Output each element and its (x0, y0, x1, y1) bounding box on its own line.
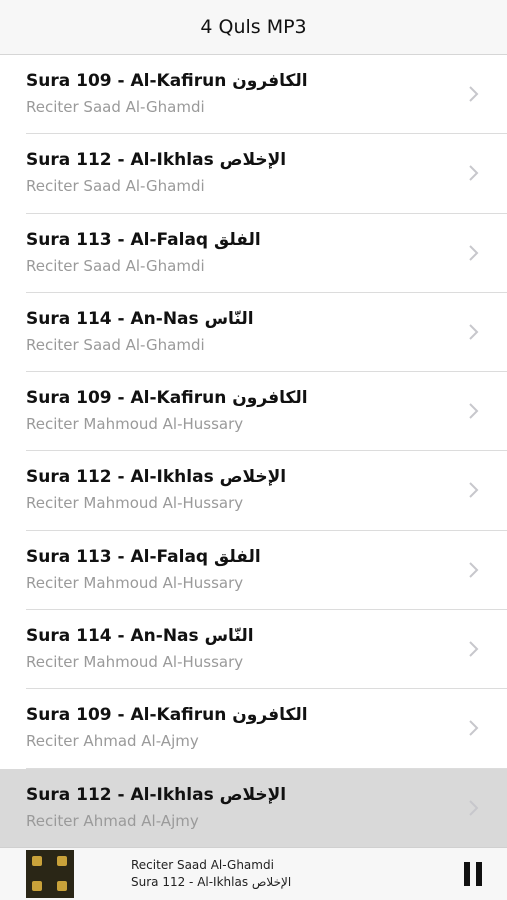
navigation-bar: 4 Quls MP3 (0, 0, 507, 55)
page-title: 4 Quls MP3 (200, 16, 307, 38)
chevron-right-icon (469, 244, 479, 261)
artwork-tile (57, 856, 67, 866)
sura-title: Sura 112 - Al-Ikhlas الإخلاص (26, 150, 287, 171)
list-item[interactable]: Sura 114 - An-Nas النّاس Reciter Saad Al… (0, 292, 507, 373)
sura-title: Sura 113 - Al-Falaq الفلق (26, 546, 261, 567)
pause-icon[interactable] (463, 862, 483, 886)
chevron-right-icon (469, 562, 479, 578)
chevron-right-icon (469, 86, 479, 102)
sura-list[interactable]: Sura 109 - Al-Kafirun الكافرون Reciter S… (0, 55, 507, 847)
now-playing-bar[interactable]: Reciter Saad Al-Ghamdi Sura 112 - Al-Ikh… (0, 847, 507, 900)
list-item[interactable]: Sura 109 - Al-Kafirun الكافرون Reciter M… (0, 372, 507, 452)
chevron-right-icon (469, 799, 479, 816)
list-item-selected[interactable]: Sura 112 - Al-Ikhlas الإخلاص Reciter Ahm… (0, 768, 507, 847)
list-item[interactable]: Sura 114 - An-Nas النّاس Reciter Mahmoud… (0, 610, 507, 690)
reciter-label: Reciter Ahmad Al-Ajmy (26, 811, 199, 830)
chevron-right-icon (469, 324, 479, 340)
artwork-tile (32, 881, 42, 891)
album-artwork[interactable] (26, 850, 74, 898)
sura-title: Sura 114 - An-Nas النّاس (26, 626, 254, 647)
chevron-right-icon (469, 403, 479, 419)
now-playing-track: Sura 112 - Al-Ikhlas الإخلاص (131, 875, 292, 889)
sura-title: Sura 113 - Al-Falaq الفلق (26, 229, 261, 250)
reciter-label: Reciter Mahmoud Al-Hussary (26, 573, 244, 592)
sura-title: Sura 109 - Al-Kafirun الكافرون (26, 71, 308, 91)
chevron-right-icon (469, 165, 479, 182)
list-item[interactable]: Sura 112 - Al-Ikhlas الإخلاص Reciter Saa… (0, 134, 507, 214)
reciter-label: Reciter Mahmoud Al-Hussary (26, 415, 244, 434)
artwork-tile (57, 881, 67, 891)
list-item[interactable]: Sura 109 - Al-Kafirun الكافرون Reciter A… (0, 689, 507, 769)
reciter-label: Reciter Saad Al-Ghamdi (26, 98, 205, 116)
artwork-tile (32, 856, 42, 866)
reciter-label: Reciter Ahmad Al-Ajmy (26, 732, 199, 751)
sura-title: Sura 109 - Al-Kafirun الكافرون (26, 388, 308, 409)
list-item[interactable]: Sura 112 - Al-Ikhlas الإخلاص Reciter Mah… (0, 451, 507, 531)
pause-bar-right (476, 862, 482, 886)
reciter-label: Reciter Mahmoud Al-Hussary (26, 494, 244, 513)
pause-bar-left (464, 862, 470, 886)
reciter-label: Reciter Saad Al-Ghamdi (26, 335, 205, 354)
sura-title: Sura 112 - Al-Ikhlas الإخلاص (26, 467, 287, 488)
chevron-right-icon (469, 720, 479, 737)
chevron-right-icon (469, 641, 479, 657)
reciter-label: Reciter Mahmoud Al-Hussary (26, 653, 244, 672)
sura-title: Sura 109 - Al-Kafirun الكافرون (26, 705, 308, 726)
list-item[interactable]: Sura 113 - Al-Falaq الفلق Reciter Saad A… (0, 213, 507, 293)
sura-title: Sura 112 - Al-Ikhlas الإخلاص (26, 784, 287, 805)
app-screen: 4 Quls MP3 Sura 109 - Al-Kafirun الكافرو… (0, 0, 507, 900)
chevron-right-icon (469, 482, 479, 499)
sura-title: Sura 114 - An-Nas النّاس (26, 308, 254, 329)
reciter-label: Reciter Saad Al-Ghamdi (26, 256, 205, 275)
list-item[interactable]: Sura 109 - Al-Kafirun الكافرون Reciter S… (0, 55, 507, 135)
list-item[interactable]: Sura 113 - Al-Falaq الفلق Reciter Mahmou… (0, 530, 507, 611)
now-playing-reciter: Reciter Saad Al-Ghamdi (131, 858, 274, 872)
reciter-label: Reciter Saad Al-Ghamdi (26, 177, 205, 196)
